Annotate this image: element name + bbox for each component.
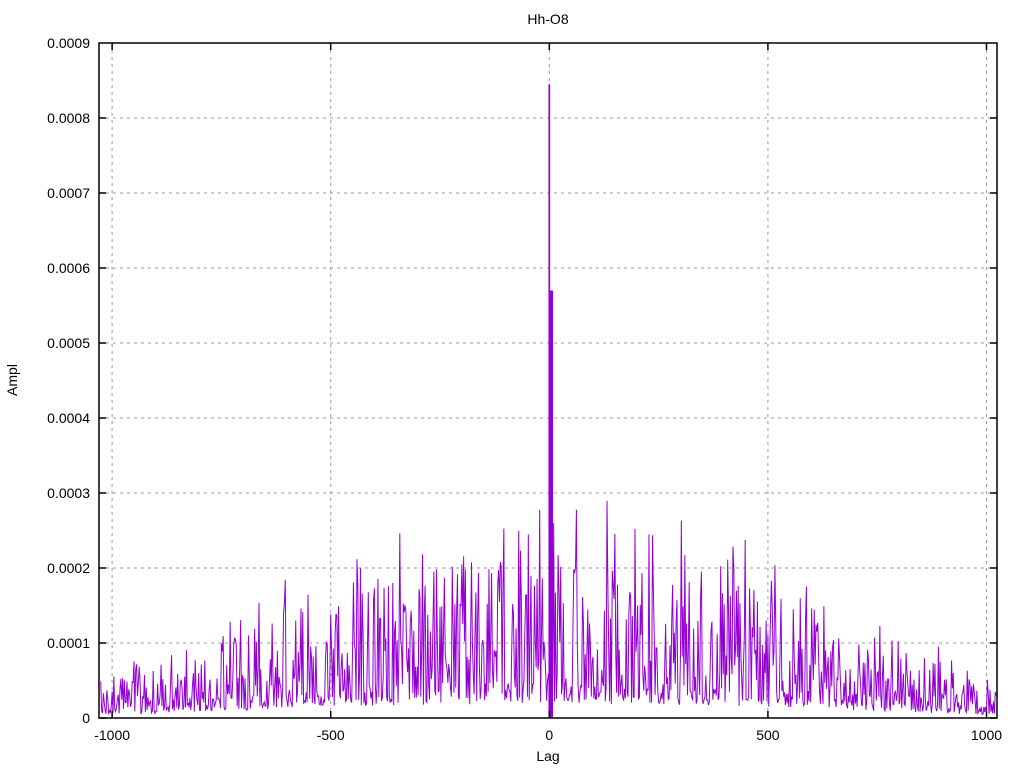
plot-border [98, 42, 998, 719]
y-tick-label: 0.0002 [47, 560, 90, 576]
y-tick-label: 0.0008 [47, 110, 90, 126]
y-tick-label: 0.0009 [47, 35, 90, 51]
gnuplot-window: -1000 -500 0 500 1000 0 0.0001 0.0002 0.0003 0.00… [0, 0, 1024, 768]
x-tick-label: -1000 [94, 727, 130, 743]
data-series [100, 84, 997, 718]
y-tick-label: 0.0003 [47, 485, 90, 501]
correlation-chart: -1000 -500 0 500 1000 0 0.0001 0.0002 0.0003 0.00… [4, 11, 1002, 764]
y-tick-label: 0.0007 [47, 185, 90, 201]
y-tick-label: 0.0001 [47, 635, 90, 651]
noise-floor-series [100, 500, 997, 716]
y-axis-label: Ampl [4, 364, 20, 396]
axis-ticks [99, 43, 997, 719]
chart-title: Hh-O8 [527, 11, 568, 27]
x-axis-label: Lag [536, 748, 559, 764]
x-tick-label: -500 [317, 727, 345, 743]
x-tick-label: 0 [545, 727, 553, 743]
y-tick-label: 0.0006 [47, 260, 90, 276]
y-tick-label: 0.0004 [47, 410, 90, 426]
x-tick-label: 500 [756, 727, 780, 743]
y-tick-label: 0.0005 [47, 335, 90, 351]
y-tick-label: 0 [82, 710, 90, 726]
x-tick-label: 1000 [971, 727, 1002, 743]
grid-lines [99, 43, 997, 718]
